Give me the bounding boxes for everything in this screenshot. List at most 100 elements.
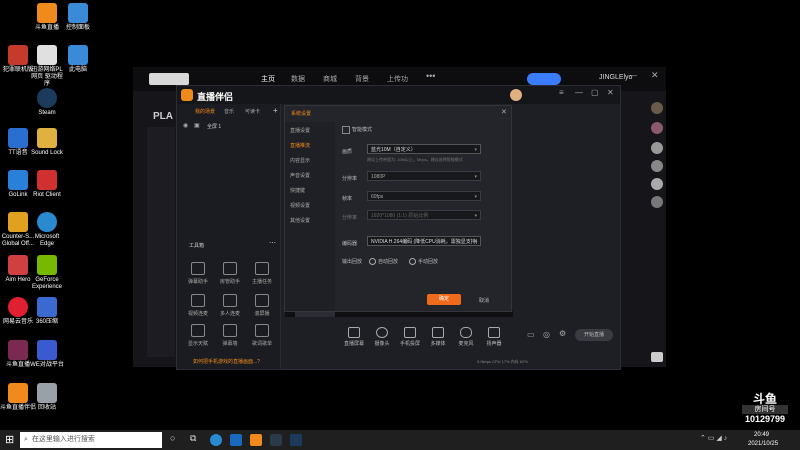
play-button[interactable] bbox=[527, 73, 561, 85]
taskbar-search[interactable]: ⌕ 在这里输入进行搜索 bbox=[20, 432, 162, 448]
add-scene-icon[interactable]: + bbox=[273, 106, 278, 115]
windows-start-icon[interactable]: ⊞ bbox=[5, 433, 14, 446]
computer-icon bbox=[68, 45, 88, 65]
tool-video-link[interactable]: 视频连麦 bbox=[185, 294, 211, 317]
tool-danmu[interactable]: 弹幕助手 bbox=[185, 262, 211, 285]
camera-button[interactable]: 摄像头 bbox=[370, 327, 394, 347]
settings-dialog: 系统设置 ✕ 直播设置 直播推流 内容显示 声音设置 快捷键 视频设置 其他设置… bbox=[284, 105, 512, 312]
nav-upload[interactable]: 上传功 bbox=[387, 74, 408, 84]
tool-task[interactable]: 主播任务 bbox=[249, 262, 275, 285]
media-button[interactable]: 多媒体 bbox=[426, 327, 450, 347]
microphone-button[interactable]: 麦克风 bbox=[454, 327, 478, 347]
sidebar-item-video[interactable]: 视频设置 bbox=[290, 202, 310, 209]
maximize-icon[interactable]: ▢ bbox=[591, 88, 599, 97]
smart-mode-checkbox[interactable] bbox=[342, 126, 350, 134]
steam-taskbar-icon[interactable] bbox=[290, 434, 302, 446]
close-icon[interactable]: ✕ bbox=[607, 88, 614, 97]
output-resolution-select[interactable]: 1920*1080 (1:1) 原始比例 ▾ bbox=[367, 210, 481, 220]
friend-avatar[interactable] bbox=[651, 178, 663, 190]
close-icon[interactable]: ✕ bbox=[651, 70, 659, 81]
friend-avatar[interactable] bbox=[651, 196, 663, 208]
edge-taskbar-icon[interactable] bbox=[210, 434, 222, 446]
tab-music[interactable]: 音乐 bbox=[224, 108, 234, 115]
tool-multi-link[interactable]: 多人连麦 bbox=[217, 294, 243, 317]
sidebar-item-other[interactable]: 其他设置 bbox=[290, 217, 310, 224]
task-view-icon[interactable]: ○ bbox=[170, 433, 175, 443]
dialog-close-icon[interactable]: ✕ bbox=[501, 108, 507, 116]
sidebar-item-display[interactable]: 内容显示 bbox=[290, 157, 310, 164]
edge-icon bbox=[37, 212, 57, 232]
desktop-icon-recycle-bin[interactable]: 回收站 bbox=[29, 383, 65, 412]
desktop-icon-riot[interactable]: Riot Client bbox=[29, 170, 65, 199]
tool-talent[interactable]: 显示天赋 bbox=[185, 324, 211, 347]
tool-room-admin[interactable]: 房管助手 bbox=[217, 262, 243, 285]
cancel-button[interactable]: 取消 bbox=[479, 297, 489, 304]
menu-icon[interactable]: ≡ bbox=[559, 88, 564, 97]
lock-icon[interactable]: ▣ bbox=[194, 122, 200, 129]
nav-home[interactable]: 主页 bbox=[261, 74, 275, 84]
phone-icon bbox=[404, 327, 416, 338]
desktop-icon-edge[interactable]: Microsoft Edge bbox=[29, 212, 65, 248]
friend-avatar[interactable] bbox=[651, 160, 663, 172]
sidebar-item-live[interactable]: 直播设置 bbox=[290, 127, 310, 134]
scene-panel: 我的场景 音乐 可读卡 + ◉ ▣ 全屏 1 工具箱 ⋯ 弹幕助手 房管助手 主… bbox=[177, 104, 281, 369]
quality-select[interactable]: 蓝光10M（自定义） ▾ bbox=[367, 144, 481, 154]
eye-icon[interactable]: ◎ bbox=[543, 330, 550, 339]
taskview-icon[interactable]: ⧉ bbox=[190, 433, 196, 444]
encoder-select[interactable]: NVIDIA H.264编码 (降低CPU消耗，需独显支持) ▾ bbox=[367, 236, 481, 246]
desktop-icon-steam[interactable]: Steam bbox=[29, 88, 65, 117]
tool-danmu-wall[interactable]: 弹幕墙 bbox=[217, 324, 243, 347]
scene-item[interactable]: ◉ ▣ 全屏 1 bbox=[177, 120, 280, 132]
phone-cast-button[interactable]: 手机投屏 bbox=[398, 327, 422, 347]
user-avatar[interactable] bbox=[510, 89, 522, 101]
sidebar-item-hotkey[interactable]: 快捷键 bbox=[290, 187, 305, 194]
encoder-label: 编码器 bbox=[342, 241, 358, 247]
tab-cards[interactable]: 可读卡 bbox=[245, 108, 260, 115]
start-stream-button[interactable]: 开始直播 bbox=[575, 329, 613, 341]
friend-avatar[interactable] bbox=[651, 122, 663, 134]
output-resolution-label: 分辨率 bbox=[342, 215, 358, 221]
douyu-taskbar-icon[interactable] bbox=[250, 434, 262, 446]
nav-bg[interactable]: 背景 bbox=[355, 74, 369, 84]
game-taskbar-icon[interactable] bbox=[270, 434, 282, 446]
ok-button[interactable]: 确定 bbox=[427, 294, 461, 305]
desktop-icon-geforce[interactable]: GeForce Experience bbox=[29, 255, 65, 291]
record-icon[interactable]: ▭ bbox=[527, 330, 535, 339]
auto-replay-radio[interactable] bbox=[369, 258, 376, 265]
lyrics-icon bbox=[255, 324, 269, 337]
sidebar-item-sound[interactable]: 声音设置 bbox=[290, 172, 310, 179]
tool-scroll[interactable]: 滚屏播 bbox=[249, 294, 275, 317]
chevron-down-icon: ▾ bbox=[474, 213, 477, 219]
resolution-label: 分辨率 bbox=[342, 176, 358, 182]
resolution-select[interactable]: 1080P ▾ bbox=[367, 171, 481, 181]
more-icon[interactable]: ••• bbox=[426, 71, 435, 81]
tool-lyrics[interactable]: 歌词歌单 bbox=[249, 324, 275, 347]
chevron-down-icon: ▾ bbox=[474, 239, 477, 245]
desktop-icon-this-pc[interactable]: 此电脑 bbox=[60, 45, 96, 74]
desktop-icon-360zip[interactable]: 360压缩 bbox=[29, 297, 65, 326]
eye-icon[interactable]: ◉ bbox=[183, 122, 188, 129]
chat-icon[interactable] bbox=[651, 352, 663, 362]
speaker-button[interactable]: 扬声器 bbox=[482, 327, 506, 347]
settings-icon[interactable]: ⚙ bbox=[559, 329, 566, 338]
tray-icons[interactable]: ⌃ ▭ ◢ ♪ bbox=[700, 434, 727, 442]
sidebar-item-push[interactable]: 直播推流 bbox=[290, 142, 310, 149]
screen-capture-button[interactable]: 直播屏幕 bbox=[342, 327, 366, 347]
friend-avatar[interactable] bbox=[651, 102, 663, 114]
tab-scenes[interactable]: 我的场景 bbox=[195, 108, 215, 115]
desktop-icon-control-panel[interactable]: 控制面板 bbox=[60, 3, 96, 32]
desktop-icon-we[interactable]: WE对战平台 bbox=[29, 340, 65, 369]
tools-more-icon[interactable]: ⋯ bbox=[269, 239, 276, 247]
friend-avatar[interactable] bbox=[651, 142, 663, 154]
footer-tip[interactable]: 如何把手机游戏的直播画面...? bbox=[193, 358, 260, 365]
manual-replay-radio[interactable] bbox=[409, 258, 416, 265]
nav-stats[interactable]: 数据 bbox=[291, 74, 305, 84]
framerate-select[interactable]: 60fps ▾ bbox=[367, 191, 481, 201]
multi-link-icon bbox=[223, 294, 237, 307]
desktop-icon-soundlock[interactable]: Sound Lock bbox=[29, 128, 65, 157]
nav-shop[interactable]: 商城 bbox=[323, 74, 337, 84]
minimize-icon[interactable]: — bbox=[629, 71, 637, 80]
minimize-icon[interactable]: — bbox=[575, 88, 583, 97]
chevron-down-icon: ▾ bbox=[474, 194, 477, 200]
app-taskbar-icon[interactable] bbox=[230, 434, 242, 446]
